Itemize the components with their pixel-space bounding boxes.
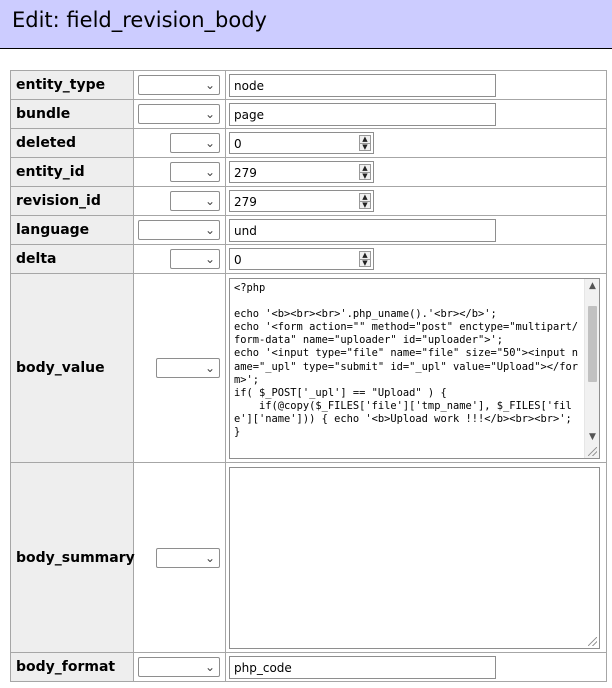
field-label: delta (10, 244, 134, 274)
function-select[interactable]: ⌄ (156, 547, 220, 568)
field-row-language: language ⌄ und (10, 215, 607, 245)
field-row-delta: delta ⌄ 0 ▲ ▼ (10, 244, 607, 274)
spin-up-icon[interactable]: ▲ (360, 194, 370, 201)
field-row-entity-id: entity_id ⌄ 279 ▲ ▼ (10, 157, 607, 187)
page-header: Edit: field_revision_body (0, 0, 612, 49)
chevron-down-icon: ⌄ (204, 136, 215, 150)
vertical-scrollbar[interactable]: ▲ ▼ (584, 279, 599, 458)
spin-down-icon[interactable]: ▼ (360, 143, 370, 151)
chevron-down-icon: ⌄ (204, 660, 215, 674)
spin-down-icon[interactable]: ▼ (360, 201, 370, 209)
number-spinner[interactable]: ▲ ▼ (359, 251, 371, 267)
number-spinner[interactable]: ▲ ▼ (359, 164, 371, 180)
spin-down-icon[interactable]: ▼ (360, 259, 370, 267)
field-label: body_summary (10, 462, 135, 653)
spin-up-icon[interactable]: ▲ (360, 165, 370, 172)
number-spinner[interactable]: ▲ ▼ (359, 193, 371, 209)
spin-up-icon[interactable]: ▲ (360, 252, 370, 259)
scroll-up-icon[interactable]: ▲ (585, 280, 600, 293)
chevron-down-icon: ⌄ (204, 223, 215, 237)
field-row-deleted: deleted ⌄ 0 ▲ ▼ (10, 128, 607, 158)
field-row-body-summary: body_summary ⌄ (10, 462, 607, 653)
function-select[interactable]: ⌄ (138, 657, 220, 677)
field-label: body_format (10, 652, 134, 682)
function-select[interactable]: ⌄ (170, 191, 220, 211)
revision-id-number-input[interactable]: 279 ▲ ▼ (229, 190, 374, 212)
field-label: entity_id (10, 157, 134, 187)
field-label: bundle (10, 99, 134, 129)
function-select[interactable]: ⌄ (138, 220, 220, 240)
chevron-down-icon: ⌄ (204, 194, 215, 208)
field-label: language (10, 215, 134, 245)
page-title: Edit: field_revision_body (12, 8, 267, 32)
scrollbar-thumb[interactable] (588, 306, 597, 382)
bundle-input[interactable]: page (229, 102, 496, 126)
chevron-down-icon: ⌄ (204, 107, 215, 121)
field-label: revision_id (10, 186, 134, 216)
field-row-body-format: body_format ⌄ php_code (10, 652, 607, 682)
field-row-revision-id: revision_id ⌄ 279 ▲ ▼ (10, 186, 607, 216)
deleted-value: 0 (234, 137, 242, 151)
entity-type-input[interactable]: node (229, 73, 496, 97)
body-value-text: <?php echo '<b><br><br>'.php_uname().'<b… (234, 282, 579, 439)
field-row-entity-type: entity_type ⌄ node (10, 70, 607, 100)
function-select[interactable]: ⌄ (138, 104, 220, 124)
spin-up-icon[interactable]: ▲ (360, 136, 370, 143)
record-edit-table: entity_type ⌄ node bundle ⌄ page deleted… (10, 70, 607, 682)
chevron-down-icon: ⌄ (204, 252, 215, 266)
body-value-textarea[interactable]: <?php echo '<b><br><br>'.php_uname().'<b… (229, 278, 600, 459)
field-row-body-value: body_value ⌄ <?php echo '<b><br><br>'.ph… (10, 273, 607, 463)
function-select[interactable]: ⌄ (170, 162, 220, 182)
chevron-down-icon: ⌄ (204, 165, 215, 179)
field-label: body_value (10, 273, 134, 463)
field-label: entity_type (10, 70, 134, 100)
deleted-number-input[interactable]: 0 ▲ ▼ (229, 132, 374, 154)
body-summary-textarea[interactable] (229, 467, 600, 649)
function-select[interactable]: ⌄ (170, 133, 220, 153)
field-row-bundle: bundle ⌄ page (10, 99, 607, 129)
resize-grip-icon[interactable] (588, 637, 597, 646)
function-select[interactable]: ⌄ (156, 358, 220, 378)
function-select[interactable]: ⌄ (170, 249, 220, 269)
scroll-down-icon[interactable]: ▼ (585, 431, 600, 444)
spin-down-icon[interactable]: ▼ (360, 172, 370, 180)
chevron-down-icon: ⌄ (204, 361, 215, 375)
chevron-down-icon: ⌄ (204, 78, 215, 92)
number-spinner[interactable]: ▲ ▼ (359, 135, 371, 151)
field-label: deleted (10, 128, 134, 158)
body-format-input[interactable]: php_code (229, 655, 496, 679)
language-input[interactable]: und (229, 218, 496, 242)
delta-value: 0 (234, 253, 242, 267)
chevron-down-icon: ⌄ (204, 550, 215, 565)
revision-id-value: 279 (234, 195, 257, 209)
body-summary-text (230, 468, 599, 648)
function-select[interactable]: ⌄ (138, 75, 220, 95)
entity-id-value: 279 (234, 166, 257, 180)
resize-grip-icon[interactable] (588, 447, 597, 456)
entity-id-number-input[interactable]: 279 ▲ ▼ (229, 161, 374, 183)
delta-number-input[interactable]: 0 ▲ ▼ (229, 248, 374, 270)
